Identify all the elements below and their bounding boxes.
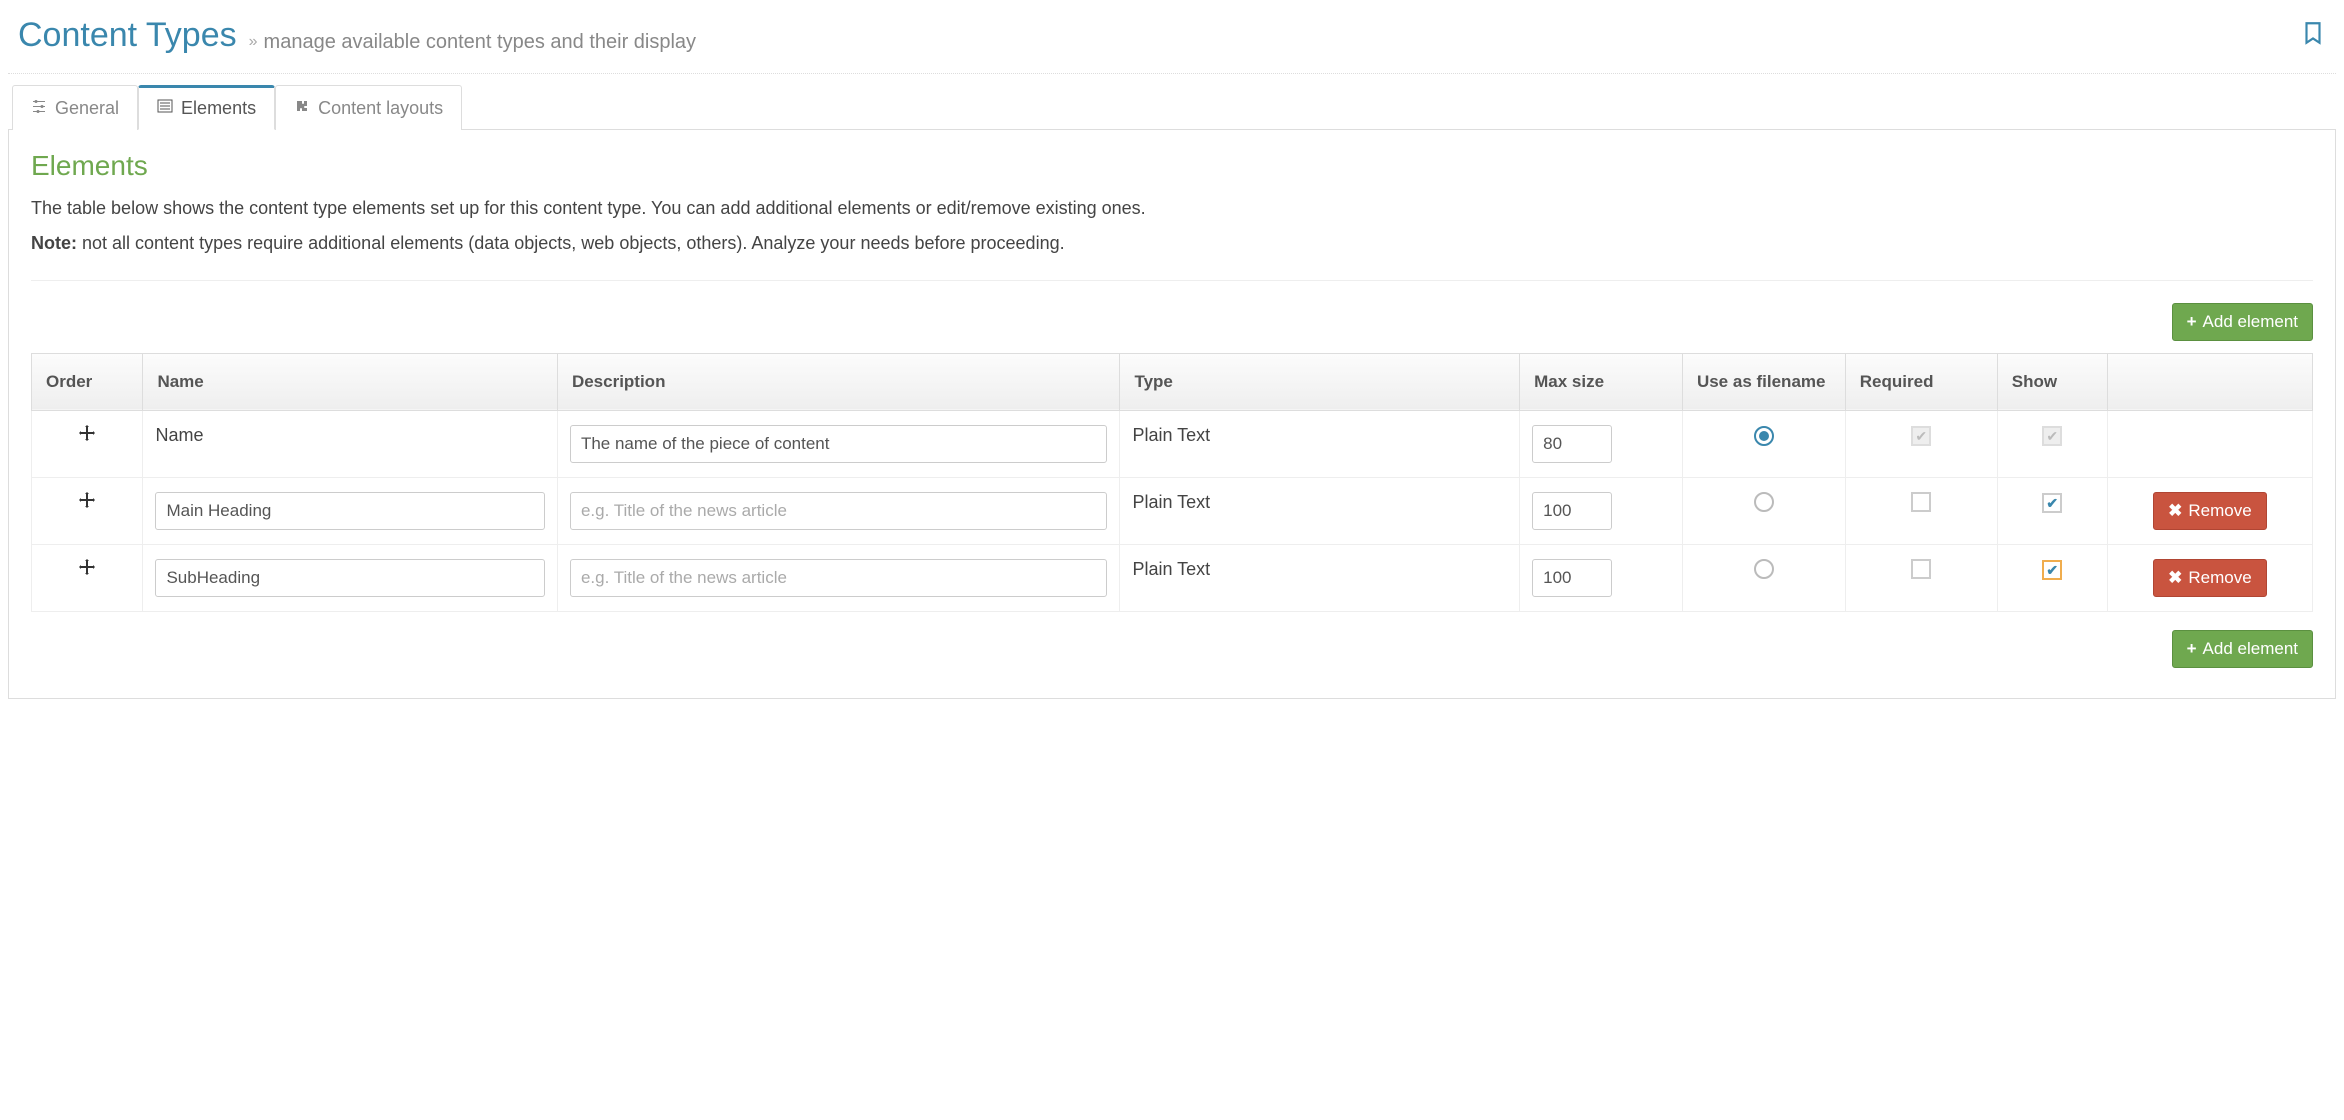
plus-icon: + bbox=[2187, 639, 2197, 659]
button-label: Add element bbox=[2203, 639, 2298, 659]
tab-label: General bbox=[55, 98, 119, 119]
note-label: Note: bbox=[31, 233, 77, 253]
remove-button[interactable]: ✖ Remove bbox=[2153, 492, 2267, 530]
page-title: Content Types bbox=[18, 16, 237, 55]
button-label: Add element bbox=[2203, 312, 2298, 332]
move-handle-icon[interactable] bbox=[79, 492, 95, 513]
divider bbox=[31, 280, 2313, 281]
page-header: Content Types » manage available content… bbox=[8, 8, 2336, 74]
intro-text-2: Note: not all content types require addi… bbox=[31, 229, 2313, 258]
type-cell: Plain Text bbox=[1120, 544, 1520, 611]
tab-label: Content layouts bbox=[318, 98, 443, 119]
button-label: Remove bbox=[2188, 568, 2251, 588]
type-cell: Plain Text bbox=[1120, 477, 1520, 544]
add-element-button-bottom[interactable]: + Add element bbox=[2172, 630, 2313, 668]
move-handle-icon[interactable] bbox=[79, 559, 95, 580]
name-input[interactable] bbox=[155, 492, 544, 530]
required-checkbox bbox=[1911, 426, 1931, 446]
required-checkbox[interactable] bbox=[1911, 559, 1931, 579]
tab-content-layouts[interactable]: Content layouts bbox=[275, 85, 462, 130]
th-max-size: Max size bbox=[1520, 353, 1683, 410]
description-input[interactable] bbox=[570, 492, 1108, 530]
page-subtitle: manage available content types and their… bbox=[264, 31, 697, 54]
section-title: Elements bbox=[31, 150, 2313, 182]
description-input[interactable] bbox=[570, 559, 1108, 597]
list-icon bbox=[157, 98, 173, 119]
tabs: General Elements Content layouts bbox=[8, 84, 2336, 130]
th-show: Show bbox=[1997, 353, 2107, 410]
show-checkbox[interactable] bbox=[2042, 493, 2062, 513]
x-icon: ✖ bbox=[2168, 501, 2182, 521]
button-label: Remove bbox=[2188, 501, 2251, 521]
panel-elements: Elements The table below shows the conte… bbox=[8, 130, 2336, 699]
th-order: Order bbox=[32, 353, 143, 410]
th-description: Description bbox=[557, 353, 1120, 410]
x-icon: ✖ bbox=[2168, 568, 2182, 588]
max-size-input[interactable] bbox=[1532, 492, 1612, 530]
chevron-double-right-icon: » bbox=[249, 33, 258, 51]
use-as-filename-radio[interactable] bbox=[1754, 492, 1774, 512]
elements-table: Order Name Description Type Max size Use… bbox=[31, 353, 2313, 612]
th-use-as-filename: Use as filename bbox=[1682, 353, 1845, 410]
max-size-input[interactable] bbox=[1532, 425, 1612, 463]
puzzle-icon bbox=[294, 98, 310, 119]
table-row: Plain Text ✖ Remove bbox=[32, 544, 2313, 611]
th-actions bbox=[2107, 353, 2312, 410]
use-as-filename-radio[interactable] bbox=[1754, 426, 1774, 446]
tab-general[interactable]: General bbox=[12, 85, 138, 130]
th-required: Required bbox=[1845, 353, 1997, 410]
description-input[interactable] bbox=[570, 425, 1108, 463]
max-size-input[interactable] bbox=[1532, 559, 1612, 597]
name-input[interactable] bbox=[155, 559, 544, 597]
plus-icon: + bbox=[2187, 312, 2197, 332]
type-cell: Plain Text bbox=[1120, 410, 1520, 477]
name-static: Name bbox=[155, 425, 203, 445]
tab-label: Elements bbox=[181, 98, 256, 119]
show-checkbox[interactable] bbox=[2042, 560, 2062, 580]
table-header-row: Order Name Description Type Max size Use… bbox=[32, 353, 2313, 410]
th-type: Type bbox=[1120, 353, 1520, 410]
add-element-button-top[interactable]: + Add element bbox=[2172, 303, 2313, 341]
show-checkbox bbox=[2042, 426, 2062, 446]
remove-button[interactable]: ✖ Remove bbox=[2153, 559, 2267, 597]
th-name: Name bbox=[143, 353, 557, 410]
required-checkbox[interactable] bbox=[1911, 492, 1931, 512]
intro-text-2-body: not all content types require additional… bbox=[77, 233, 1065, 253]
intro-text-1: The table below shows the content type e… bbox=[31, 194, 2313, 223]
table-row: Name Plain Text bbox=[32, 410, 2313, 477]
move-handle-icon[interactable] bbox=[79, 425, 95, 446]
table-row: Plain Text ✖ Remove bbox=[32, 477, 2313, 544]
bookmark-icon[interactable] bbox=[2300, 20, 2326, 51]
use-as-filename-radio[interactable] bbox=[1754, 559, 1774, 579]
tab-elements[interactable]: Elements bbox=[138, 85, 275, 130]
sliders-icon bbox=[31, 98, 47, 119]
